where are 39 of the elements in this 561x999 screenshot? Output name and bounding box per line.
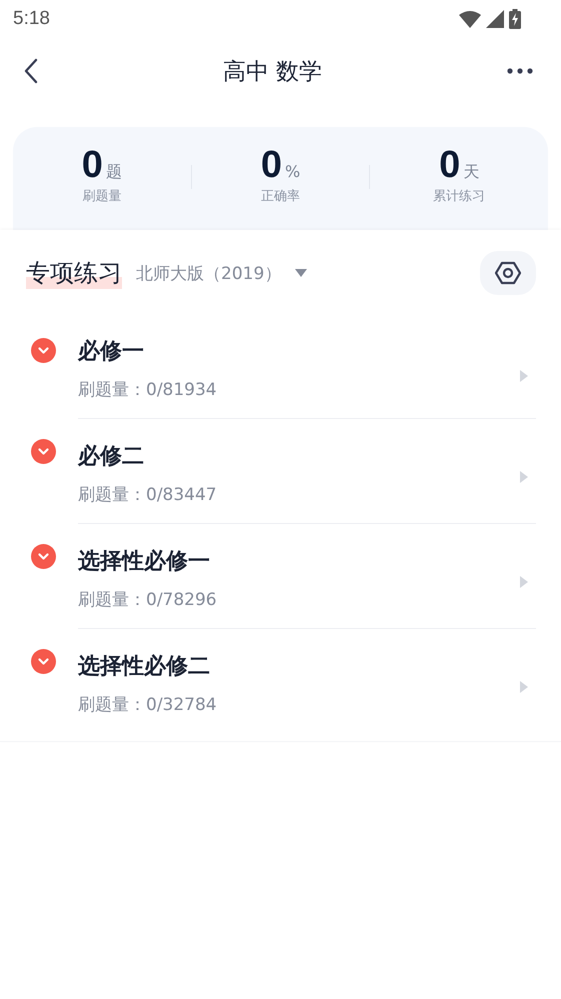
- signal-icon: [486, 10, 504, 28]
- status-time: 5:18: [13, 8, 50, 30]
- chapter-item[interactable]: 必修一 刷题量：0/81934: [0, 318, 561, 419]
- stat-value: 0: [260, 143, 282, 187]
- settings-icon: [495, 261, 521, 285]
- expand-icon: [31, 439, 56, 464]
- chapter-item[interactable]: 选择性必修二 刷题量：0/32784: [0, 629, 561, 733]
- arrow-icon: [520, 576, 528, 588]
- more-icon: [507, 68, 533, 74]
- stat-unit: 天: [463, 162, 480, 183]
- arrow-icon: [520, 681, 528, 693]
- chapter-item[interactable]: 必修二 刷题量：0/83447: [0, 419, 561, 524]
- expand-icon: [31, 649, 56, 674]
- stat-label: 正确率: [261, 188, 300, 205]
- question-count: 刷题量：0/81934: [78, 379, 218, 401]
- stat-value: 0: [439, 143, 460, 187]
- settings-button[interactable]: [480, 251, 536, 295]
- question-count: 刷题量：0/32784: [78, 694, 218, 716]
- chapter-title: 必修二: [78, 443, 145, 471]
- caret-icon: [295, 269, 308, 277]
- arrow-icon: [520, 471, 528, 483]
- chapter-item[interactable]: 选择性必修一 刷题量：0/78296: [0, 524, 561, 629]
- back-icon: [24, 58, 38, 84]
- battery-icon: [509, 9, 521, 29]
- expand-icon: [31, 544, 56, 569]
- stat-label: 刷题量: [82, 188, 122, 205]
- chapter-title: 选择性必修二: [78, 653, 211, 681]
- expand-icon: [31, 338, 56, 363]
- stat-label: 累计练习: [433, 188, 486, 205]
- page-title: 高中 数学: [222, 58, 322, 86]
- stat-value: 0: [82, 143, 103, 187]
- question-count: 刷题量：0/83447: [78, 484, 218, 506]
- chapter-title: 必修一: [78, 338, 145, 366]
- wifi-icon: [459, 10, 481, 28]
- arrow-icon: [520, 370, 528, 382]
- question-count: 刷题量：0/78296: [78, 589, 218, 611]
- stat-unit: %: [284, 162, 300, 181]
- chapter-title: 选择性必修一: [78, 548, 211, 576]
- stat-unit: 题: [106, 162, 122, 183]
